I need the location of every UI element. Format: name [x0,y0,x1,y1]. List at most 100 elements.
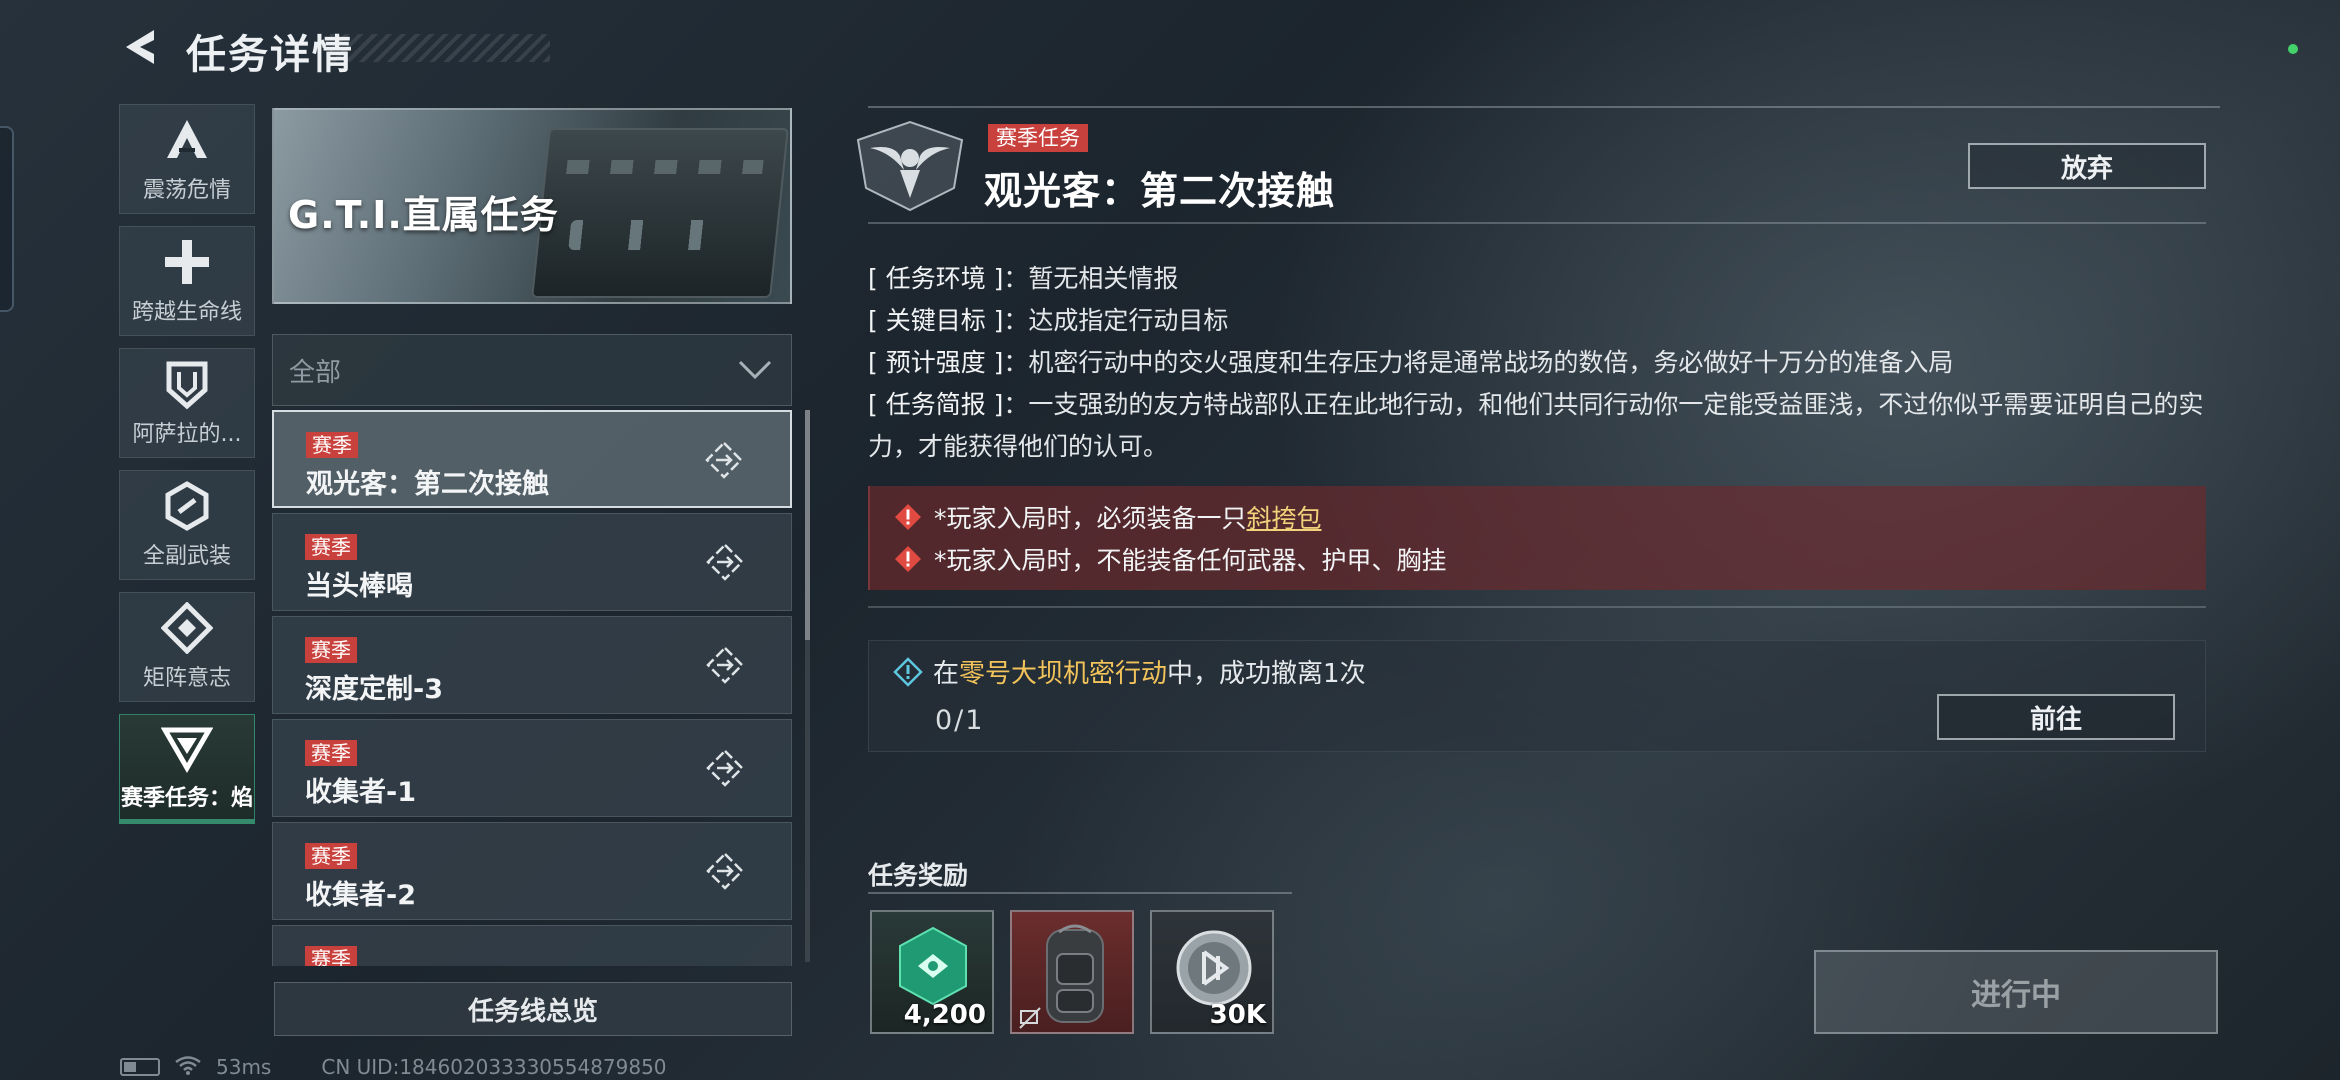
info-row-intensity: [ 预计强度 ]：机密行动中的交火强度和生存压力将是通常战场的数倍，务必做好十万… [868,348,1954,377]
objective-suffix: 中，成功撤离1次 [1167,659,1366,689]
navigate-diamond-icon [705,441,743,479]
panel-top-divider [868,106,2220,108]
task-line-overview-button[interactable]: 任务线总览 [274,982,792,1036]
navigate-diamond-icon [706,646,744,684]
category-item-season[interactable]: 赛季任务：焰 [119,714,255,824]
coin-icon [1176,930,1252,1006]
chevron-down-icon [738,360,772,380]
category-item-5[interactable]: 矩阵意志 [119,592,255,702]
category-item-4[interactable]: 全副武装 [119,470,255,580]
navigate-diamond-icon [706,543,744,581]
list-scrollbar[interactable] [805,410,810,962]
title-divider [868,222,2206,224]
wifi-icon [174,1055,202,1080]
task-name: 观光客：第二次接触 [306,469,549,500]
task-item-2[interactable]: 赛季 当头棒喝 [272,513,792,611]
reward-qty: 4,200 [903,1000,986,1030]
warning-text: *玩家入局时，不能装备任何武器、护甲、胸挂 [934,546,1447,575]
task-name: 收集者-1 [305,777,416,808]
hex-link-icon [165,481,209,531]
case-illustration [531,128,789,298]
warning-row-2: *玩家入局时，不能装备任何武器、护甲、胸挂 [894,538,2206,580]
category-item-1[interactable]: 震荡危情 [119,104,255,214]
sling-bag-link[interactable]: 斜挎包 [1247,499,1322,535]
warning-icon [895,504,921,530]
abandon-button[interactable]: 放弃 [1968,143,2206,189]
task-line-banner: G.T.I.直属任务 [272,108,792,304]
objective-location: 零号大坝机密行动 [959,659,1168,689]
side-drawer-handle[interactable] [0,126,14,312]
info-row-objective: [ 关键目标 ]：达成指定行动目标 [868,306,1229,335]
task-name: 当头棒喝 [305,571,413,602]
task-name: 深度定制-3 [305,674,443,705]
category-label: 全副武装 [142,544,231,569]
category-item-3[interactable]: 阿萨拉的... [119,348,255,458]
info-key: [ 任务环境 ] [868,264,1004,293]
requirement-warnings: *玩家入局时，必须装备一只 斜挎包 *玩家入局时，不能装备任何武器、护甲、胸挂 [868,486,2206,590]
task-item-1[interactable]: 赛季 观光客：第二次接触 [272,410,792,508]
season-tag: 赛季 [305,843,357,869]
category-label: 赛季任务：焰 [120,786,253,811]
objective-prefix: 在 [933,659,960,689]
in-progress-button: 进行中 [1814,950,2218,1034]
filter-value: 全部 [289,357,342,388]
season-task-badge: 赛季任务 [988,124,1088,152]
task-item-3[interactable]: 赛季 深度定制-3 [272,616,792,714]
navigate-diamond-icon [706,749,744,787]
category-label: 矩阵意志 [142,666,231,691]
category-rail: 震荡危情 跨越生命线 阿萨拉的... 全副武装 矩阵意志 赛季任务：焰 [119,104,255,836]
info-value: 达成指定行动目标 [1028,306,1229,335]
navigate-diamond-icon [706,852,744,890]
user-uid: CN UID:184602033330554879850 [321,1055,667,1079]
info-row-environment: [ 任务环境 ]：暂无相关情报 [868,264,1179,293]
battery-icon [120,1058,160,1076]
info-key: [ 预计强度 ] [868,348,1004,377]
season-tag: 赛季 [305,534,357,560]
task-info: [ 任务环境 ]：暂无相关情报 [ 关键目标 ]：达成指定行动目标 [ 预计强度… [868,258,2208,468]
task-title: 观光客：第二次接触 [984,169,1336,213]
category-item-2[interactable]: 跨越生命线 [119,226,255,336]
objective-diamond-icon [893,656,923,687]
info-key: [ 关键目标 ] [868,306,1004,335]
info-key: [ 任务简报 ] [868,390,1004,419]
task-name: 收集者-2 [305,880,416,911]
season-tag: 赛季 [306,432,358,458]
plus-cross-icon [165,240,209,284]
status-footer: 53ms CN UID:184602033330554879850 [120,1054,667,1080]
backpack-icon [1046,924,1104,1023]
rewards-title: 任务奖励 [868,861,969,890]
warnings-divider [868,606,2206,608]
ping-value: 53ms [216,1055,272,1079]
banner-title: G.T.I.直属任务 [288,193,559,237]
warning-text: *玩家入局时，必须装备一只 [934,504,1247,533]
objective-progress: 0/1 [935,705,985,736]
task-item-6[interactable]: 赛季 [272,925,792,966]
category-label: 阿萨拉的... [132,422,242,447]
task-list: 赛季 观光客：第二次接触 赛季 当头棒喝 赛季 深度定制-3 赛季 收集者-1 … [272,410,792,966]
task-item-5[interactable]: 赛季 收集者-2 [272,822,792,920]
reward-item-1[interactable]: 4,200 [870,910,994,1034]
goto-button[interactable]: 前往 [1937,694,2175,740]
exp-chip-icon [899,926,967,1006]
info-value: 机密行动中的交火强度和生存压力将是通常战场的数倍，务必做好十万分的准备入局 [1028,348,1954,377]
diamond-icon [161,602,213,654]
title-decoration [330,34,550,62]
info-value: 一支强劲的友方特战部队正在此地行动，和他们共同行动你一定能受益匪浅，不过你似乎需… [868,390,2204,461]
warning-icon [895,546,921,572]
back-icon[interactable] [118,24,164,70]
no-trade-icon [1019,1007,1041,1029]
reward-item-2[interactable] [1010,910,1134,1034]
task-item-4[interactable]: 赛季 收集者-1 [272,719,792,817]
shield-icon [166,361,208,410]
objective-line: 在零号大坝机密行动 中，成功撤离1次 [893,653,1366,690]
reward-item-3[interactable]: 30K [1150,910,1274,1034]
season-v-icon [161,727,213,773]
task-filter-dropdown[interactable]: 全部 [272,334,792,406]
season-tag: 赛季 [305,637,357,663]
info-row-briefing: [ 任务简报 ]：一支强劲的友方特战部队正在此地行动，和他们共同行动你一定能受益… [868,390,2204,461]
reward-qty: 30K [1209,1000,1266,1030]
eagle-emblem-icon [854,118,966,214]
page-title: 任务详情 [186,32,354,78]
rewards-divider [868,892,1292,894]
category-label: 跨越生命线 [131,300,242,325]
